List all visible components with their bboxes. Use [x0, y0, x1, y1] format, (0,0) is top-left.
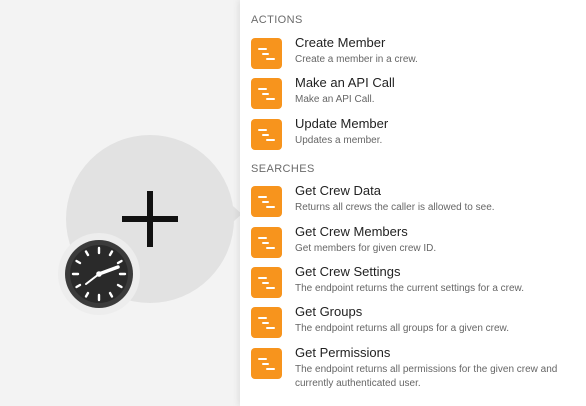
app-logo-icon — [251, 348, 282, 379]
clock-icon[interactable] — [64, 239, 134, 309]
item-title: Create Member — [295, 35, 386, 50]
item-title: Get Crew Settings — [295, 264, 401, 279]
app-logo-icon — [251, 78, 282, 109]
action-item-create-member[interactable]: Create Member Create a member in a crew. — [240, 35, 586, 75]
item-title: Get Crew Data — [295, 183, 381, 198]
app-logo-icon — [251, 267, 282, 298]
item-description: Get members for given crew ID. — [295, 243, 437, 254]
item-title: Get Permissions — [295, 345, 391, 360]
item-description: Updates a member. — [295, 135, 383, 146]
item-description: The endpoint returns all groups for a gi… — [295, 323, 510, 334]
app-logo-icon — [251, 38, 282, 69]
action-item-update-member[interactable]: Update Member Updates a member. — [240, 116, 586, 156]
search-item-get-groups[interactable]: Get Groups The endpoint returns all grou… — [240, 304, 586, 344]
search-item-get-crew-members[interactable]: Get Crew Members Get members for given c… — [240, 224, 586, 264]
item-description: Create a member in a crew. — [295, 54, 418, 65]
action-item-make-api-call[interactable]: Make an API Call Make an API Call. — [240, 75, 586, 115]
item-description: The endpoint returns all permissions for… — [295, 364, 558, 389]
item-title: Update Member — [295, 116, 389, 131]
scenario-canvas: ACTIONS Create Member Create a member in… — [0, 0, 586, 406]
app-logo-icon — [251, 307, 282, 338]
search-item-get-crew-settings[interactable]: Get Crew Settings The endpoint returns t… — [240, 264, 586, 304]
app-logo-icon — [251, 227, 282, 258]
app-logo-icon — [251, 186, 282, 217]
app-logo-icon — [251, 119, 282, 150]
item-title: Make an API Call — [295, 75, 395, 90]
item-description: Returns all crews the caller is allowed … — [295, 202, 495, 213]
item-title: Get Crew Members — [295, 224, 408, 239]
section-header-searches: SEARCHES — [251, 163, 315, 175]
item-title: Get Groups — [295, 304, 363, 319]
item-description: The endpoint returns the current setting… — [295, 283, 525, 294]
item-description: Make an API Call. — [295, 94, 375, 105]
section-header-actions: ACTIONS — [251, 14, 303, 26]
search-item-get-crew-data[interactable]: Get Crew Data Returns all crews the call… — [240, 183, 586, 223]
module-picker-panel: ACTIONS Create Member Create a member in… — [240, 0, 586, 406]
search-item-get-permissions[interactable]: Get Permissions The endpoint returns all… — [240, 345, 586, 395]
